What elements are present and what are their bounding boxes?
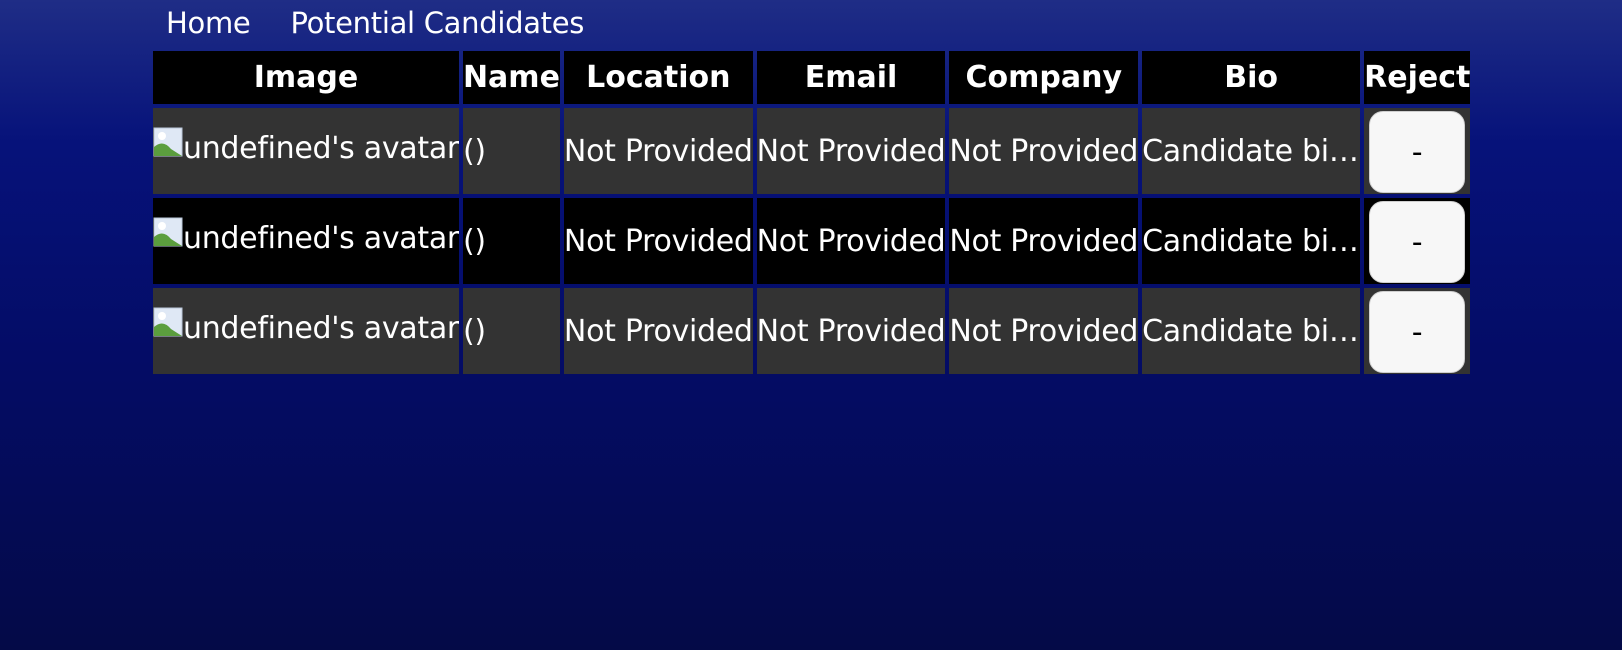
avatar: undefined's avatar [153, 127, 459, 166]
header-reject: Reject [1364, 51, 1471, 104]
header-company: Company [949, 51, 1139, 104]
name-cell: () [462, 108, 560, 194]
reject-cell: - [1364, 198, 1471, 284]
table-row: undefined's avatar () Not Provided Not P… [153, 288, 1471, 374]
reject-cell: - [1364, 288, 1471, 374]
top-nav: Home Potential Candidates [166, 0, 584, 46]
email-cell: Not Provided [756, 108, 946, 194]
avatar-alt-text: undefined's avatar [183, 310, 459, 346]
bio-cell: Candidate bio... [1142, 108, 1361, 194]
location-cell: Not Provided [563, 288, 753, 374]
bio-cell: Candidate bio... [1142, 288, 1361, 374]
header-location: Location [563, 51, 753, 104]
candidates-table-container: Image Name Location Email Company Bio Re… [149, 47, 1474, 378]
nav-home-link[interactable]: Home [166, 6, 251, 40]
header-bio: Bio [1142, 51, 1361, 104]
company-cell: Not Provided [949, 288, 1139, 374]
location-cell: Not Provided [563, 198, 753, 284]
header-email: Email [756, 51, 946, 104]
table-row: undefined's avatar () Not Provided Not P… [153, 108, 1471, 194]
email-cell: Not Provided [756, 288, 946, 374]
location-cell: Not Provided [563, 108, 753, 194]
header-image: Image [153, 51, 459, 104]
company-cell: Not Provided [949, 108, 1139, 194]
broken-image-icon [153, 307, 183, 337]
avatar-alt-text: undefined's avatar [183, 220, 459, 256]
avatar: undefined's avatar [153, 307, 459, 346]
table-header-row: Image Name Location Email Company Bio Re… [153, 51, 1471, 104]
avatar-cell: undefined's avatar [153, 288, 459, 374]
header-name: Name [462, 51, 560, 104]
reject-button[interactable]: - [1369, 111, 1466, 193]
avatar-cell: undefined's avatar [153, 198, 459, 284]
candidates-table: Image Name Location Email Company Bio Re… [149, 47, 1474, 378]
company-cell: Not Provided [949, 198, 1139, 284]
avatar-alt-text: undefined's avatar [183, 130, 459, 166]
avatar: undefined's avatar [153, 217, 459, 256]
table-row: undefined's avatar () Not Provided Not P… [153, 198, 1471, 284]
reject-button[interactable]: - [1369, 201, 1466, 283]
broken-image-icon [153, 127, 183, 157]
email-cell: Not Provided [756, 198, 946, 284]
nav-potential-candidates-link[interactable]: Potential Candidates [290, 6, 584, 40]
reject-cell: - [1364, 108, 1471, 194]
name-cell: () [462, 288, 560, 374]
reject-button[interactable]: - [1369, 291, 1466, 373]
broken-image-icon [153, 217, 183, 247]
avatar-cell: undefined's avatar [153, 108, 459, 194]
bio-cell: Candidate bio... [1142, 198, 1361, 284]
name-cell: () [462, 198, 560, 284]
